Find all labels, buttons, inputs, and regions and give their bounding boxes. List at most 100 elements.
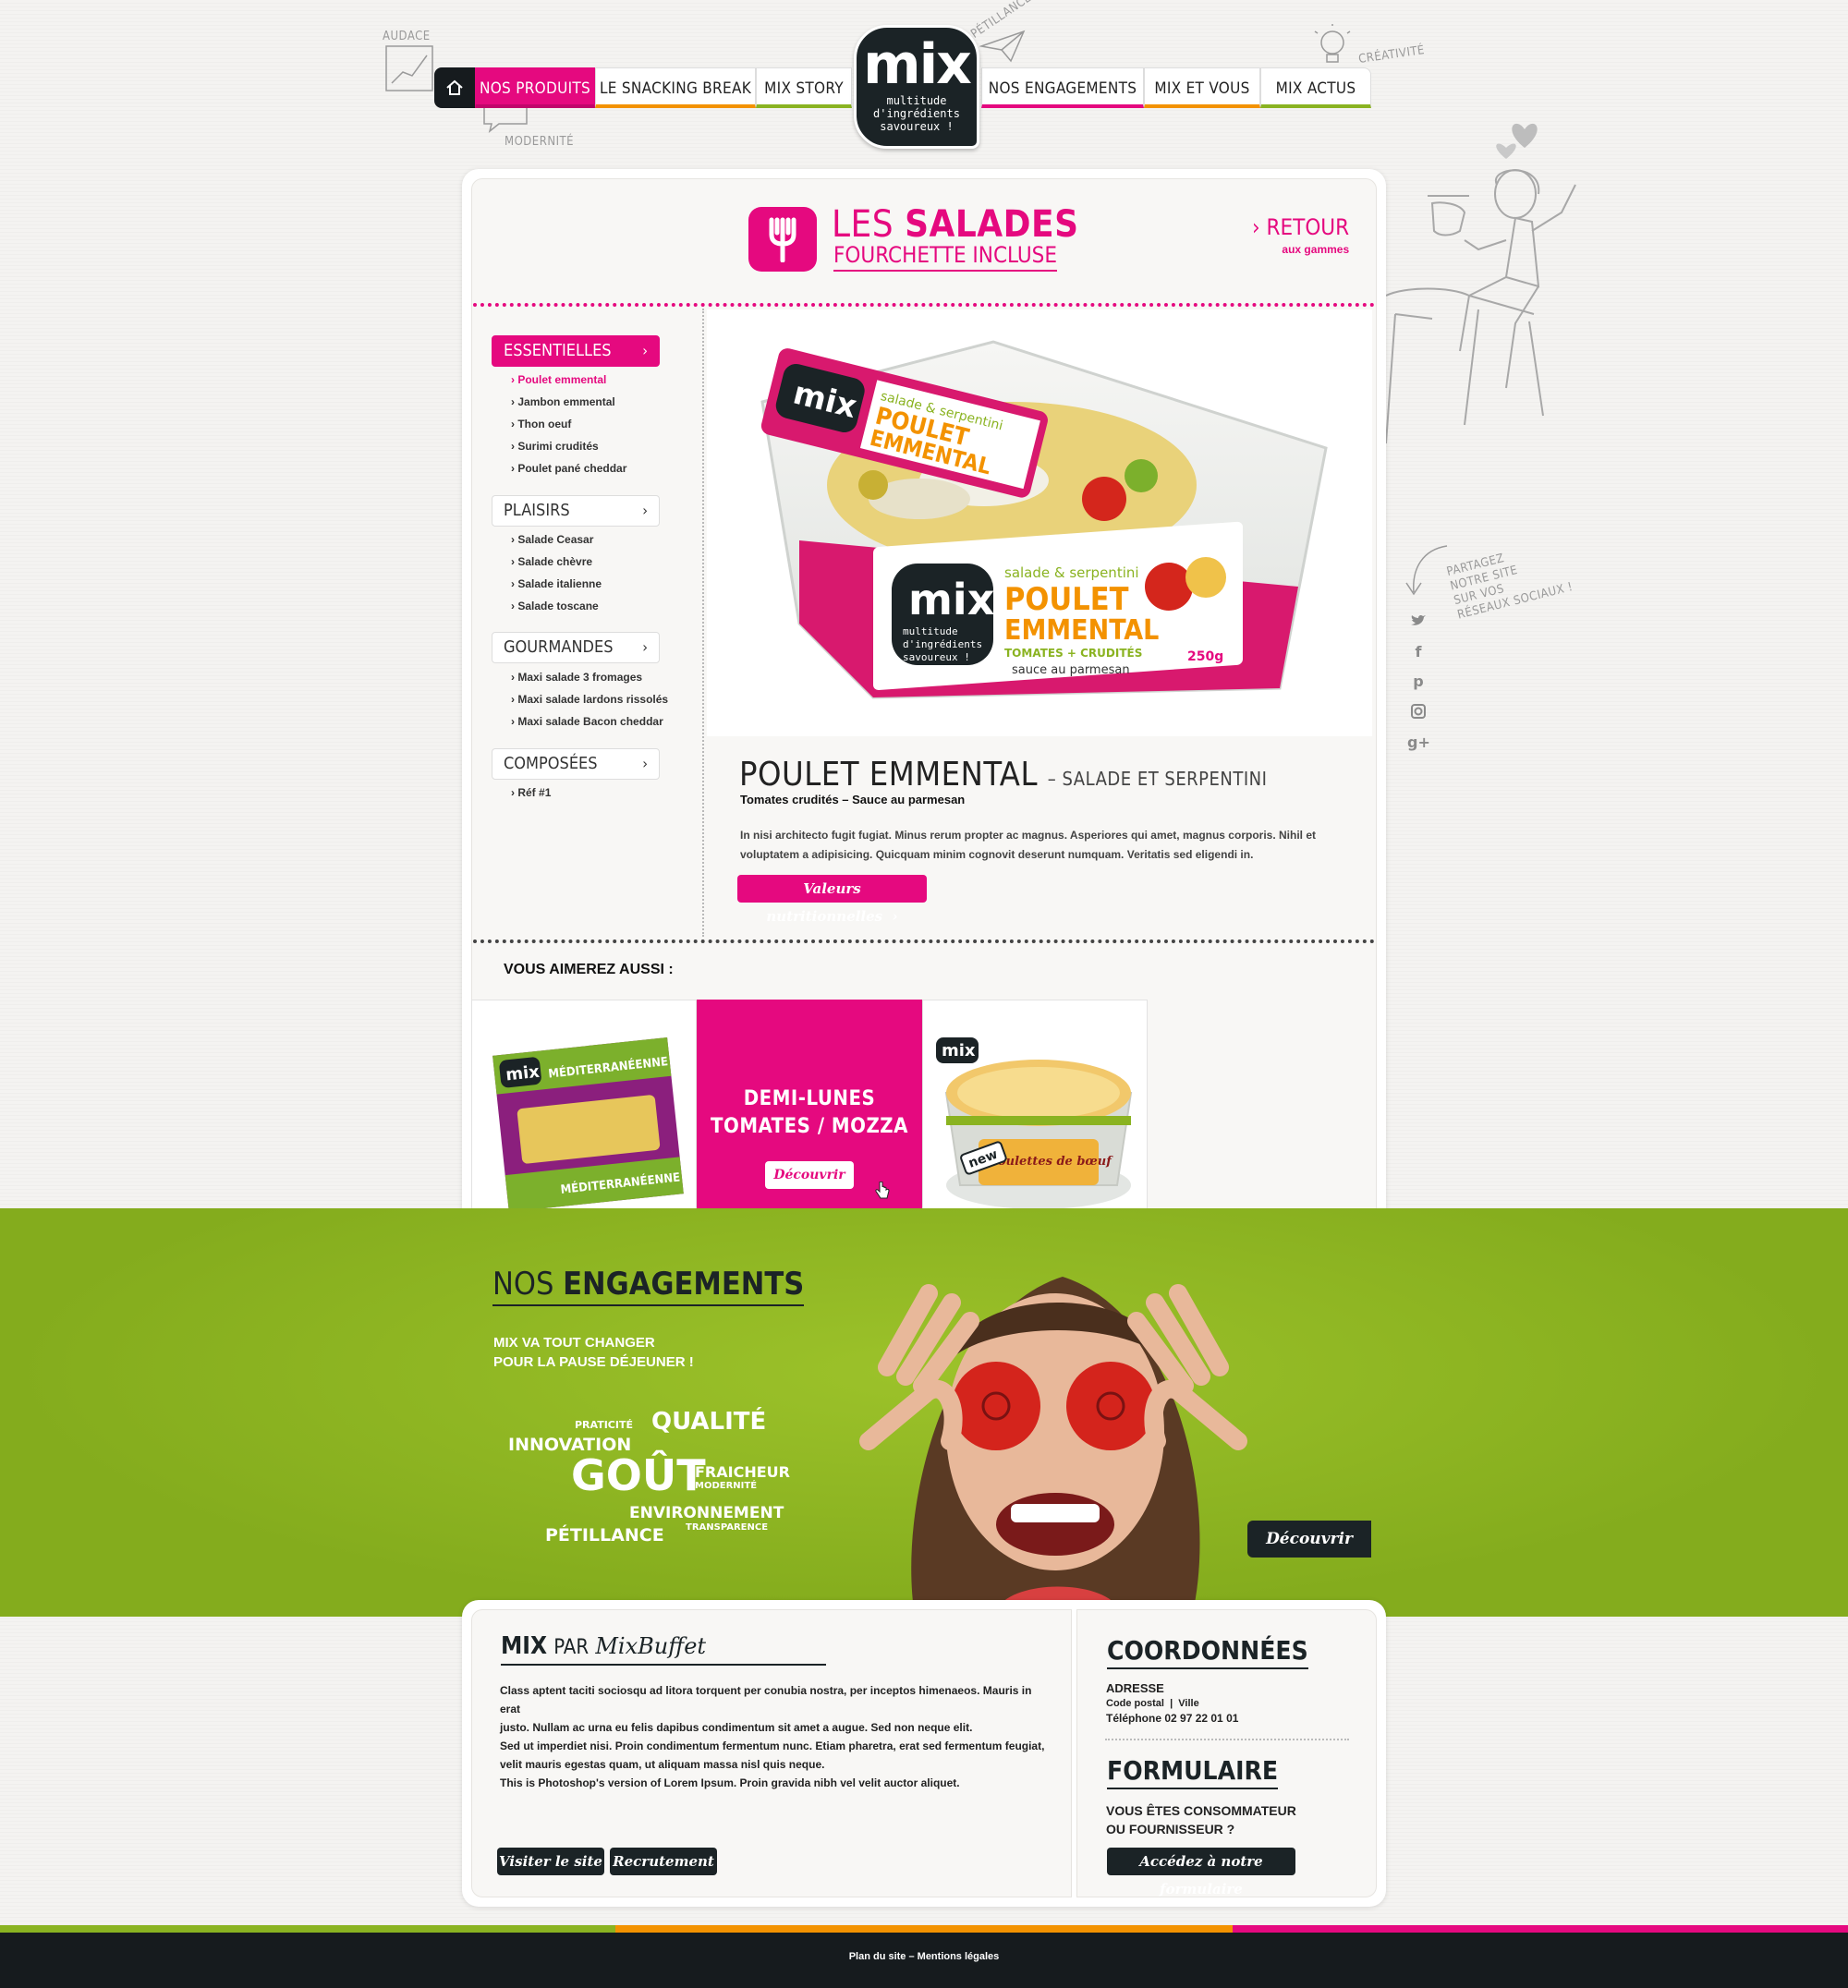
visiter-le-site-button[interactable]: Visiter le site <box>497 1848 604 1875</box>
nav-snacking-break[interactable]: LE SNACKING BREAK <box>595 67 756 108</box>
word-transparence: TRANSPARENCE <box>686 1522 769 1533</box>
logo-line-2: d'ingrédients <box>873 107 960 120</box>
chevron-right-icon: › <box>642 755 648 772</box>
sidebar-composees-button[interactable]: COMPOSÉES › <box>492 748 660 780</box>
product-description: In nisi architecto fugit fugiat. Minus r… <box>740 829 1316 861</box>
lightbulb-doodle-icon <box>1314 24 1351 63</box>
engagements-tagline: MIX VA TOUT CHANGER POUR LA PAUSE DÉJEUN… <box>493 1333 694 1372</box>
sidebar-essentielles-label: ESSENTIELLES <box>504 341 612 360</box>
instagram-icon[interactable] <box>1407 704 1429 722</box>
pack-front-logo-line1: multitude <box>903 625 958 637</box>
sidebar-gourmandes-button[interactable]: GOURMANDES › <box>492 632 660 663</box>
logo-wordmark: mix <box>863 32 972 97</box>
engagements-tag-line1: MIX VA TOUT CHANGER <box>493 1335 655 1351</box>
sidebar-essentielles-button[interactable]: ESSENTIELLES › <box>492 335 660 367</box>
nav-nos-engagements[interactable]: NOS ENGAGEMENTS <box>981 67 1144 108</box>
sidebar-item[interactable]: Maxi salade Bacon cheddar <box>511 710 668 733</box>
sidebar-item[interactable]: Maxi salade 3 fromages <box>511 666 668 688</box>
decouvrir-button[interactable]: Découvrir <box>765 1161 854 1189</box>
sidebar-item[interactable]: Salade toscane <box>511 595 602 617</box>
footer-text-line: velit mauris egestas quam, ut aliquam ma… <box>500 1758 825 1771</box>
sidebar-item[interactable]: Salade chèvre <box>511 551 602 573</box>
doodle-creativite: CRÉATIVITÉ <box>1357 43 1426 67</box>
share-text: PARTAGEZ NOTRE SITE SUR VOS RÉSEAUX SOCI… <box>1445 537 1574 623</box>
pack-front-top: salade & serpentini <box>1004 564 1139 581</box>
facebook-icon[interactable]: f <box>1407 643 1429 661</box>
sidebar-item[interactable]: Réf #1 <box>511 782 551 804</box>
product-subtitle: Tomates crudités – Sauce au parmesan <box>740 793 966 806</box>
stripe-pink <box>1233 1925 1848 1933</box>
chevron-right-icon: › <box>642 638 648 656</box>
code-postal: Code postal <box>1106 1698 1164 1709</box>
pinterest-icon[interactable]: p <box>1407 673 1429 690</box>
doodle-audace: AUDACE <box>383 30 431 43</box>
home-button[interactable] <box>434 67 475 108</box>
sidebar-item[interactable]: Poulet emmental <box>511 369 626 391</box>
demi-lunes-name: DEMI-LUNES TOMATES / MOZZA <box>698 1085 921 1141</box>
google-plus-icon[interactable]: g+ <box>1407 733 1430 751</box>
nutrition-button-label: Valeurs nutritionnelles <box>766 880 883 925</box>
share-arrow-doodle-icon <box>1405 545 1448 596</box>
word-fraicheur: FRAICHEUR <box>695 1463 790 1481</box>
footer-par-label: PAR <box>553 1636 590 1659</box>
formulaire-button[interactable]: Accédez à notre formulaire <box>1107 1848 1295 1897</box>
footer-mix-label: MIX <box>501 1632 548 1660</box>
pack-front-name1: POULET <box>1004 581 1129 618</box>
woman-cafe-doodle <box>1385 123 1576 444</box>
nav-mix-story[interactable]: MIX STORY <box>756 67 852 108</box>
chevron-right-icon: › <box>892 908 898 925</box>
also-like-tile-mediterraneenne[interactable]: mix MÉDITERRANÉENNE MÉDITERRANÉENNE <box>471 1000 697 1237</box>
divider-vertical <box>702 309 704 937</box>
formulaire-question-line1: VOUS ÊTES CONSOMMATEUR <box>1106 1803 1296 1818</box>
sidebar-item[interactable]: Surimi crudités <box>511 435 626 457</box>
sidebar-item[interactable]: Salade italienne <box>511 573 602 595</box>
sidebar-item[interactable]: Jambon emmental <box>511 391 626 413</box>
twitter-icon[interactable] <box>1407 613 1429 631</box>
mix-logo[interactable]: mix multitude d'ingrédients savoureux ! <box>854 25 979 149</box>
recrutement-button[interactable]: Recrutement <box>610 1848 717 1875</box>
bottom-links[interactable]: Plan du site – Mentions légales <box>0 1951 1848 1962</box>
pack-front-name2: EMMENTAL <box>1004 614 1159 647</box>
pack-front-logo: mix <box>908 575 994 624</box>
mix-par-mixbuffet-title: MIX PAR MixBuffet <box>501 1631 826 1666</box>
engagements-title-light: NOS <box>492 1266 554 1303</box>
sidebar-item[interactable]: Thon oeuf <box>511 413 626 435</box>
sidebar-gourmandes-list: Maxi salade 3 fromages Maxi salade lardo… <box>511 666 668 733</box>
also-like-tile-boulettes[interactable]: Boulettes de bœuf mix new <box>922 1000 1148 1237</box>
word-qualite: QUALITÉ <box>651 1408 767 1436</box>
sidebar-plaisirs-label: PLAISIRS <box>504 501 570 520</box>
category-title-bold: SALADES <box>905 203 1079 246</box>
sidebar-gourmandes-label: GOURMANDES <box>504 637 614 657</box>
nav-nos-produits[interactable]: NOS PRODUITS <box>475 67 595 108</box>
category-title: LES SALADES <box>832 203 1079 246</box>
retour-sub: aux gammes <box>1282 243 1350 256</box>
sidebar-item[interactable]: Salade Ceasar <box>511 528 602 551</box>
retour-link[interactable]: › RETOUR aux gammes <box>1252 216 1349 261</box>
engagements-decouvrir-button[interactable]: Découvrir <box>1247 1521 1371 1558</box>
pack-front-logo-line3: savoureux ! <box>903 651 970 663</box>
coordonnees-title: COORDONNÉES <box>1107 1635 1308 1669</box>
divider-top <box>473 303 1375 307</box>
mediterraneenne-package-image: mix MÉDITERRANÉENNE MÉDITERRANÉENNE <box>492 1037 684 1212</box>
sidebar-composees-label: COMPOSÉES <box>504 754 598 773</box>
chevron-right-icon: › <box>642 342 648 359</box>
sidebar-item[interactable]: Maxi salade lardons rissolés <box>511 688 668 710</box>
footer-text-line: justo. Nullam ac urna eu felis dapibus c… <box>500 1721 973 1734</box>
product-title-suffix: – SALADE ET SERPENTINI <box>1047 768 1268 790</box>
retour-label: › RETOUR <box>1252 214 1350 240</box>
nav-mix-et-vous[interactable]: MIX ET VOUS <box>1144 67 1260 108</box>
paper-plane-doodle-icon <box>979 30 1026 63</box>
also-like-tile-demi-lunes[interactable]: DEMI-LUNES TOMATES / MOZZA Découvrir <box>697 1000 922 1237</box>
product-title: POULET EMMENTAL – SALADE ET SERPENTINI <box>739 756 1267 794</box>
sidebar-plaisirs-button[interactable]: PLAISIRS › <box>492 495 660 527</box>
nutrition-button[interactable]: Valeurs nutritionnelles › <box>737 875 927 925</box>
pack1-logo: mix <box>505 1062 541 1085</box>
nav-mix-actus[interactable]: MIX ACTUS <box>1260 67 1371 108</box>
sidebar-item[interactable]: Poulet pané cheddar <box>511 457 626 479</box>
boulettes-package-image: Boulettes de bœuf mix new <box>936 1037 1133 1209</box>
engagements-tag-line2: POUR LA PAUSE DÉJEUNER ! <box>493 1354 694 1370</box>
stripe-orange <box>615 1925 1233 1933</box>
pack-front-tag: TOMATES + CRUDITÉS <box>1004 646 1142 660</box>
telephone: Téléphone 02 97 22 01 01 <box>1106 1712 1239 1725</box>
formulaire-title: FORMULAIRE <box>1107 1755 1279 1789</box>
